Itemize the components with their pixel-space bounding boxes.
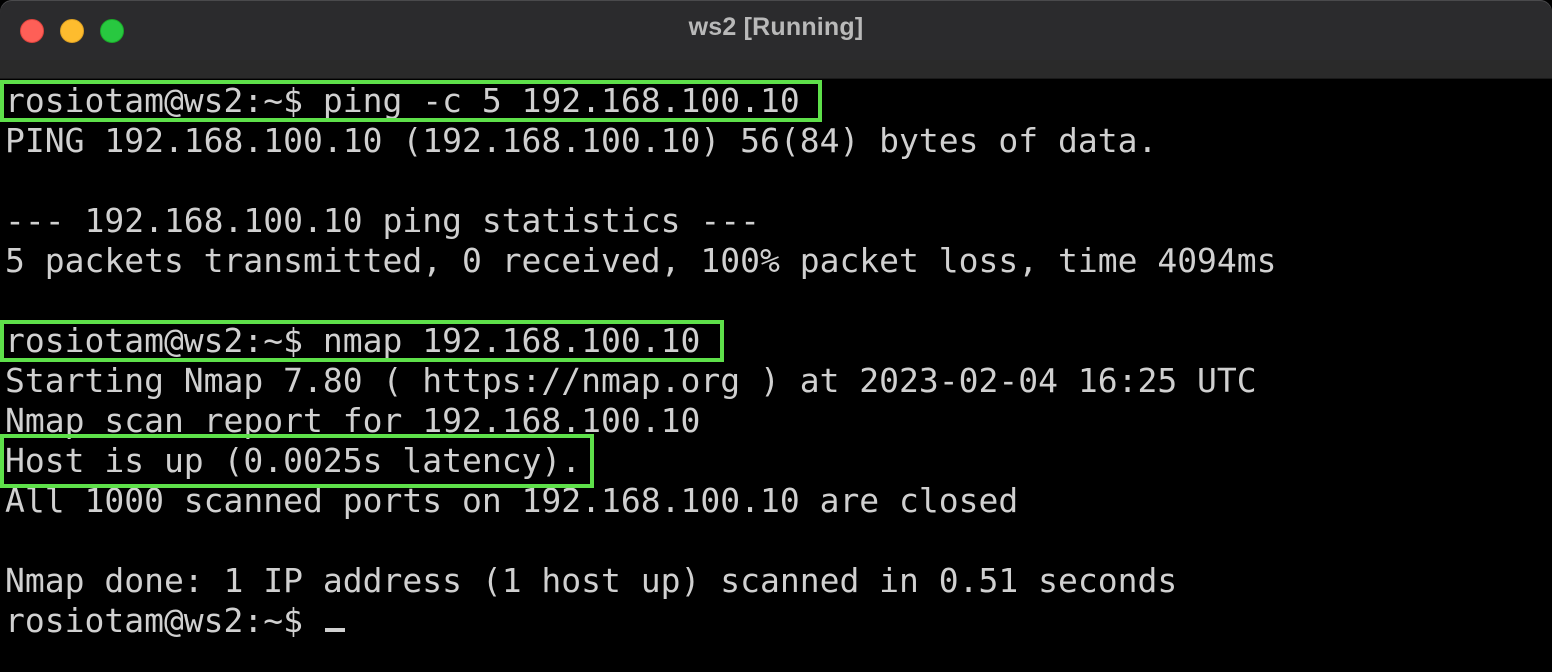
prompt-text: rosiotam@ws2:~$ — [5, 601, 323, 640]
window-title: ws2 [Running] — [688, 13, 864, 41]
vm-window: ws2 [Running] rosiotam@ws2:~$ ping -c 5 … — [0, 0, 1552, 672]
terminal-line-ping-header: PING 192.168.100.10 (192.168.100.10) 56(… — [5, 121, 1158, 160]
terminal-line-nmap-start: Starting Nmap 7.80 ( https://nmap.org ) … — [5, 361, 1257, 400]
terminal-line-prompt[interactable]: rosiotam@ws2:~$ — [5, 601, 345, 641]
highlight-box-ping-command — [0, 80, 822, 122]
window-toolbar-strip — [0, 60, 1552, 79]
terminal-screen[interactable]: rosiotam@ws2:~$ ping -c 5 192.168.100.10… — [0, 79, 1552, 672]
text-cursor — [324, 628, 345, 632]
terminal-line-ping-stats-header: --- 192.168.100.10 ping statistics --- — [5, 201, 760, 240]
highlight-box-host-up — [0, 434, 594, 488]
terminal-line-ping-stats: 5 packets transmitted, 0 received, 100% … — [5, 241, 1277, 280]
terminal-line-nmap-done: Nmap done: 1 IP address (1 host up) scan… — [5, 561, 1178, 600]
title-bar[interactable]: ws2 [Running] — [0, 0, 1552, 60]
highlight-box-nmap-command — [0, 320, 724, 362]
